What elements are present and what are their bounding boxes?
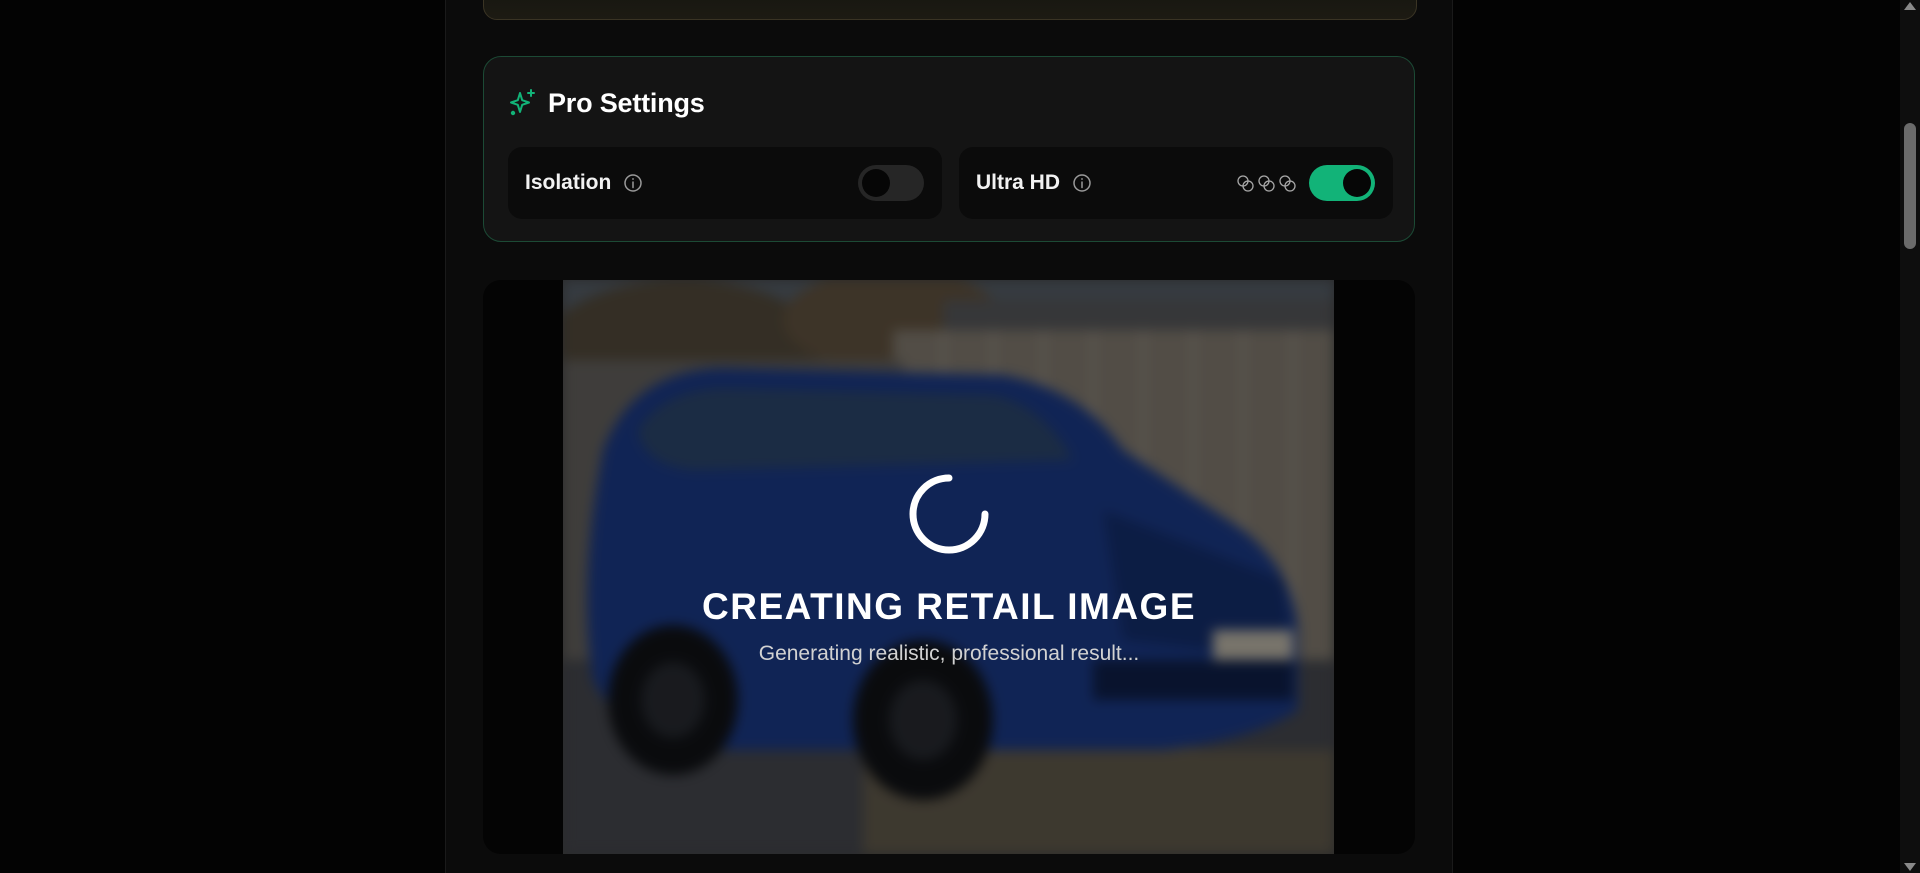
scroll-thumb[interactable] xyxy=(1904,123,1916,249)
status-title: CREATING RETAIL IMAGE xyxy=(702,586,1196,627)
toggle-knob xyxy=(862,169,890,197)
loading-spinner-icon xyxy=(908,473,990,555)
ultra-hd-setting: Ultra HD xyxy=(959,147,1393,219)
status-subtitle: Generating realistic, professional resul… xyxy=(758,642,1140,665)
loading-overlay xyxy=(483,280,1415,854)
isolation-label-group: Isolation xyxy=(525,147,643,219)
toggle-knob xyxy=(1343,169,1371,197)
coin-icon xyxy=(1278,174,1297,193)
main-column: Pro Settings Isolation Ultra HD CREATING… xyxy=(445,0,1453,873)
pro-settings-header: Pro Settings xyxy=(508,85,705,121)
isolation-label: Isolation xyxy=(525,171,612,194)
isolation-toggle[interactable] xyxy=(858,165,924,201)
image-preview-card: CREATING RETAIL IMAGE Generating realist… xyxy=(483,280,1415,854)
sparkle-icon xyxy=(508,88,538,118)
ultra-hd-toggle[interactable] xyxy=(1309,165,1375,201)
credit-cost-indicator xyxy=(1236,171,1297,195)
previous-section-card xyxy=(483,0,1417,20)
pro-settings-card: Pro Settings Isolation Ultra HD xyxy=(483,56,1415,242)
coin-icon xyxy=(1257,174,1276,193)
page-scrollbar[interactable] xyxy=(1900,0,1920,873)
pro-settings-title: Pro Settings xyxy=(548,87,705,118)
ultra-hd-label-group: Ultra HD xyxy=(976,147,1092,219)
ultra-hd-label: Ultra HD xyxy=(976,171,1061,194)
scroll-up-arrow-icon[interactable] xyxy=(1904,2,1916,10)
isolation-setting: Isolation xyxy=(508,147,942,219)
scroll-down-arrow-icon[interactable] xyxy=(1904,863,1916,871)
app-page: Pro Settings Isolation Ultra HD CREATING… xyxy=(0,0,1920,873)
coin-icon xyxy=(1236,174,1255,193)
info-icon[interactable] xyxy=(623,173,643,193)
info-icon[interactable] xyxy=(1072,173,1092,193)
